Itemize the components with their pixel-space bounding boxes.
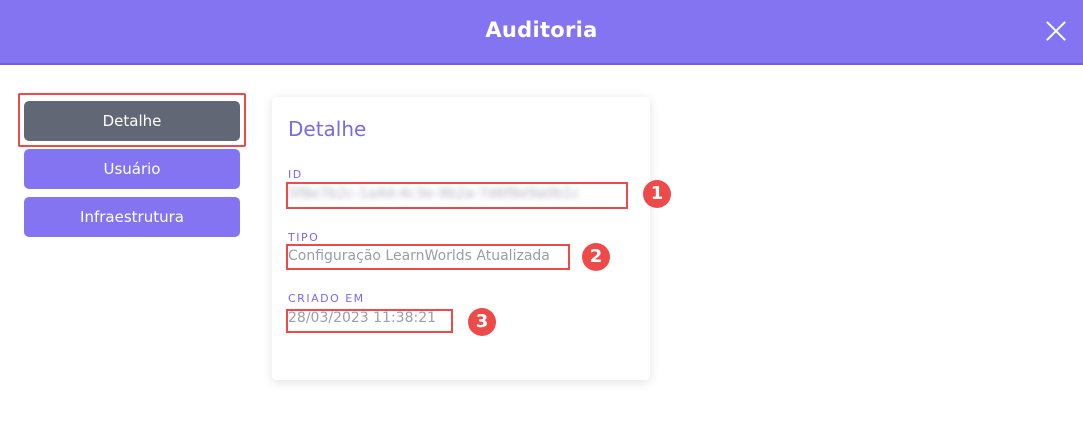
tipo-label: TIPO [288,231,320,244]
nav-button-usuario[interactable]: Usuário [24,149,240,189]
modal-header: Auditoria [0,0,1083,65]
detail-card: Detalhe ID 5f8e7b2c-1a4d-4c3e-9b2a-7d6f8… [272,97,650,380]
card-title: Detalhe [288,117,367,141]
nav-button-detalhe[interactable]: Detalhe [24,101,240,141]
annotation-badge-3: 3 [468,308,496,336]
annotation-badge-2: 2 [582,243,610,271]
nav-button-infraestrutura[interactable]: Infraestrutura [24,197,240,237]
highlight-box-id [286,182,628,209]
id-label: ID [288,168,303,181]
close-icon[interactable] [1045,20,1067,42]
criado-em-label: CRIADO EM [288,292,365,305]
highlight-box-criado-em [286,309,453,333]
annotation-badge-1: 1 [643,180,671,208]
modal-title: Auditoria [485,18,598,42]
highlight-box-tipo [286,244,570,270]
